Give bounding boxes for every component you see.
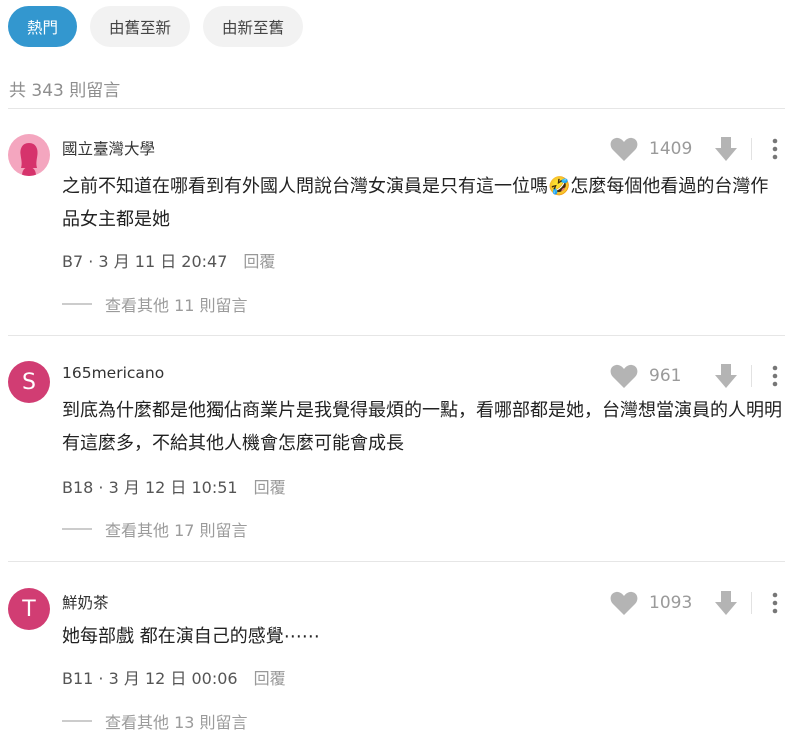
action-separator bbox=[751, 365, 752, 387]
replies-line bbox=[62, 720, 92, 722]
more-vertical-icon[interactable] bbox=[771, 138, 779, 160]
heart-icon[interactable] bbox=[610, 136, 638, 162]
comment-text: 到底為什麼都是他獨佔商業片是我覺得最煩的一點，看哪部都是她，台灣想當演員的人明明… bbox=[62, 400, 782, 454]
comment-actions: 961 bbox=[610, 361, 785, 391]
view-more-replies[interactable]: 查看其他 11 則留言 bbox=[62, 292, 248, 316]
tab-newest-first[interactable]: 由新至舊 bbox=[203, 6, 304, 47]
avatar[interactable]: T bbox=[8, 588, 50, 630]
more-vertical-icon[interactable] bbox=[771, 592, 779, 614]
comment-meta: B18 · 3 月 12 日 10:51 回覆 bbox=[62, 478, 286, 497]
comment-meta: B7 · 3 月 11 日 20:47 回覆 bbox=[62, 252, 276, 271]
floor-number: B11 bbox=[62, 669, 94, 688]
view-more-replies[interactable]: 查看其他 17 則留言 bbox=[62, 517, 248, 541]
sort-tabs: 熱門 由舊至新 由新至舊 bbox=[8, 6, 304, 47]
comment-author[interactable]: 國立臺灣大學 bbox=[62, 137, 155, 159]
action-separator bbox=[751, 592, 752, 614]
tab-popular[interactable]: 熱門 bbox=[8, 6, 78, 47]
comment-meta: B11 · 3 月 12 日 00:06 回覆 bbox=[62, 669, 286, 688]
emoji: 🤣 bbox=[548, 176, 571, 197]
replies-line bbox=[62, 303, 92, 305]
comment-date: 3 月 11 日 20:47 bbox=[98, 252, 228, 271]
comment-actions: 1409 bbox=[610, 134, 785, 164]
comment-author[interactable]: 鮮奶茶 bbox=[62, 591, 109, 613]
comment-text: 之前不知道在哪看到有外國人問說台灣女演員是只有這一位嗎🤣怎麼每個他看過的台灣作品… bbox=[62, 170, 784, 236]
reply-button[interactable]: 回覆 bbox=[254, 669, 286, 688]
view-more-replies-label: 查看其他 17 則留言 bbox=[105, 521, 248, 540]
school-avatar-icon bbox=[20, 143, 38, 176]
floor-number: B18 bbox=[62, 478, 94, 497]
reply-button[interactable]: 回覆 bbox=[254, 478, 286, 497]
comments-page: 熱門 由舊至新 由新至舊 共 343 則留言 國立臺灣大學 1409 之前不知道… bbox=[0, 0, 785, 737]
floor-number: B7 bbox=[62, 252, 84, 271]
divider bbox=[8, 108, 785, 109]
divider bbox=[8, 335, 785, 336]
comment-count: 共 343 則留言 bbox=[9, 81, 121, 101]
avatar[interactable]: S bbox=[8, 361, 50, 403]
like-count: 961 bbox=[649, 366, 682, 386]
more-vertical-icon[interactable] bbox=[771, 365, 779, 387]
comment-actions: 1093 bbox=[610, 588, 785, 618]
view-more-replies-label: 查看其他 13 則留言 bbox=[105, 713, 248, 732]
view-more-replies-label: 查看其他 11 則留言 bbox=[105, 296, 248, 315]
avatar[interactable] bbox=[8, 134, 50, 176]
like-count: 1093 bbox=[649, 593, 693, 613]
heart-icon[interactable] bbox=[610, 590, 638, 616]
action-separator bbox=[751, 138, 752, 160]
like-count: 1409 bbox=[649, 139, 693, 159]
tab-oldest-first[interactable]: 由舊至新 bbox=[90, 6, 191, 47]
divider bbox=[8, 561, 785, 562]
view-more-replies[interactable]: 查看其他 13 則留言 bbox=[62, 709, 248, 733]
downvote-arrow-icon[interactable] bbox=[714, 363, 738, 389]
downvote-arrow-icon[interactable] bbox=[714, 590, 738, 616]
heart-icon[interactable] bbox=[610, 363, 638, 389]
comment-date: 3 月 12 日 00:06 bbox=[108, 669, 238, 688]
reply-button[interactable]: 回覆 bbox=[243, 252, 275, 271]
replies-line bbox=[62, 528, 92, 530]
comment-date: 3 月 12 日 10:51 bbox=[108, 478, 238, 497]
downvote-arrow-icon[interactable] bbox=[714, 136, 738, 162]
comment-text: 她每部戲 都在演自己的感覺⋯⋯ bbox=[62, 626, 320, 647]
comment-text-part: 之前不知道在哪看到有外國人問說台灣女演員是只有這一位嗎 bbox=[62, 176, 548, 197]
comment-author[interactable]: 165mericano bbox=[62, 364, 164, 382]
